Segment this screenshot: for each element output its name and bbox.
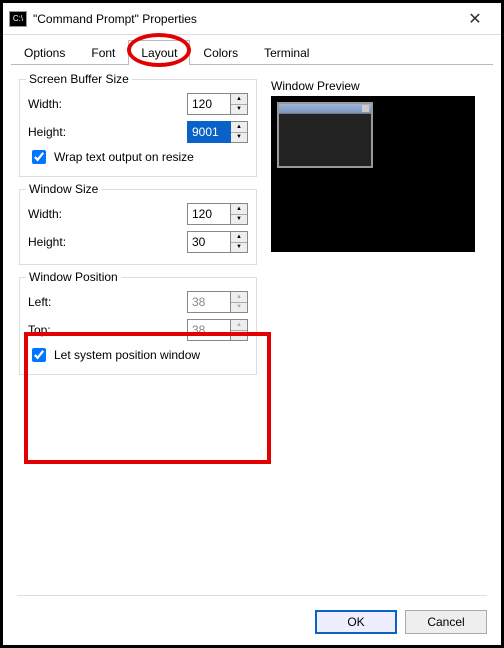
winpos-top-spinner: ▲▼	[187, 319, 248, 341]
chevron-up-icon[interactable]: ▲	[231, 94, 247, 105]
winpos-left-label: Left:	[28, 295, 187, 309]
properties-dialog: C:\ "Command Prompt" Properties ✕ Option…	[0, 0, 504, 648]
chevron-up-icon[interactable]: ▲	[231, 232, 247, 243]
buffer-width-label: Width:	[28, 97, 187, 111]
dialog-footer: OK Cancel	[17, 595, 487, 639]
winsize-width-spinner[interactable]: ▲▼	[187, 203, 248, 225]
preview-mini-window	[277, 102, 373, 168]
winpos-left-input	[187, 291, 231, 313]
chevron-down-icon[interactable]: ▼	[231, 105, 247, 115]
chevron-down-icon[interactable]: ▼	[231, 243, 247, 253]
ok-button[interactable]: OK	[315, 610, 397, 634]
group-label: Window Position	[26, 270, 121, 284]
window-title: "Command Prompt" Properties	[33, 12, 455, 26]
buffer-height-label: Height:	[28, 125, 187, 139]
wrap-text-checkbox[interactable]	[32, 150, 46, 164]
winsize-width-input[interactable]	[187, 203, 231, 225]
chevron-down-icon: ▼	[231, 303, 247, 313]
buffer-width-spinner[interactable]: ▲▼	[187, 93, 248, 115]
winsize-width-label: Width:	[28, 207, 187, 221]
winpos-top-label: Top:	[28, 323, 187, 337]
winpos-left-spinner: ▲▼	[187, 291, 248, 313]
tab-font[interactable]: Font	[78, 40, 128, 65]
titlebar: C:\ "Command Prompt" Properties ✕	[3, 3, 501, 35]
window-preview	[271, 96, 475, 252]
chevron-up-icon[interactable]: ▲	[231, 204, 247, 215]
buffer-width-input[interactable]	[187, 93, 231, 115]
tab-colors[interactable]: Colors	[190, 40, 251, 65]
preview-mini-titlebar	[279, 104, 371, 114]
winpos-top-input	[187, 319, 231, 341]
close-icon[interactable]: ✕	[455, 9, 495, 29]
chevron-down-icon: ▼	[231, 331, 247, 341]
tab-strip: Options Font Layout Colors Terminal	[3, 35, 501, 65]
chevron-down-icon[interactable]: ▼	[231, 215, 247, 225]
tab-layout[interactable]: Layout	[128, 40, 190, 65]
buffer-height-spinner[interactable]: ▲▼	[187, 121, 248, 143]
group-window-size: Window Size Width: ▲▼ Height: ▲▼	[19, 189, 257, 265]
cancel-button[interactable]: Cancel	[405, 610, 487, 634]
buffer-height-input[interactable]	[187, 121, 231, 143]
chevron-up-icon: ▲	[231, 320, 247, 331]
chevron-up-icon: ▲	[231, 292, 247, 303]
winsize-height-input[interactable]	[187, 231, 231, 253]
auto-position-checkbox[interactable]	[32, 348, 46, 362]
winsize-height-label: Height:	[28, 235, 187, 249]
wrap-text-label: Wrap text output on resize	[54, 150, 194, 164]
auto-position-label: Let system position window	[54, 348, 200, 362]
tab-terminal[interactable]: Terminal	[251, 40, 322, 65]
preview-label: Window Preview	[271, 79, 485, 93]
group-label: Screen Buffer Size	[26, 72, 132, 86]
chevron-up-icon[interactable]: ▲	[231, 122, 247, 133]
group-screen-buffer: Screen Buffer Size Width: ▲▼ Height: ▲▼	[19, 79, 257, 177]
group-label: Window Size	[26, 182, 101, 196]
chevron-down-icon[interactable]: ▼	[231, 133, 247, 143]
cmd-icon: C:\	[9, 11, 27, 27]
group-window-position: Window Position Left: ▲▼ Top: ▲▼	[19, 277, 257, 375]
tab-options[interactable]: Options	[11, 40, 78, 65]
winsize-height-spinner[interactable]: ▲▼	[187, 231, 248, 253]
client-area: Screen Buffer Size Width: ▲▼ Height: ▲▼	[3, 65, 501, 387]
